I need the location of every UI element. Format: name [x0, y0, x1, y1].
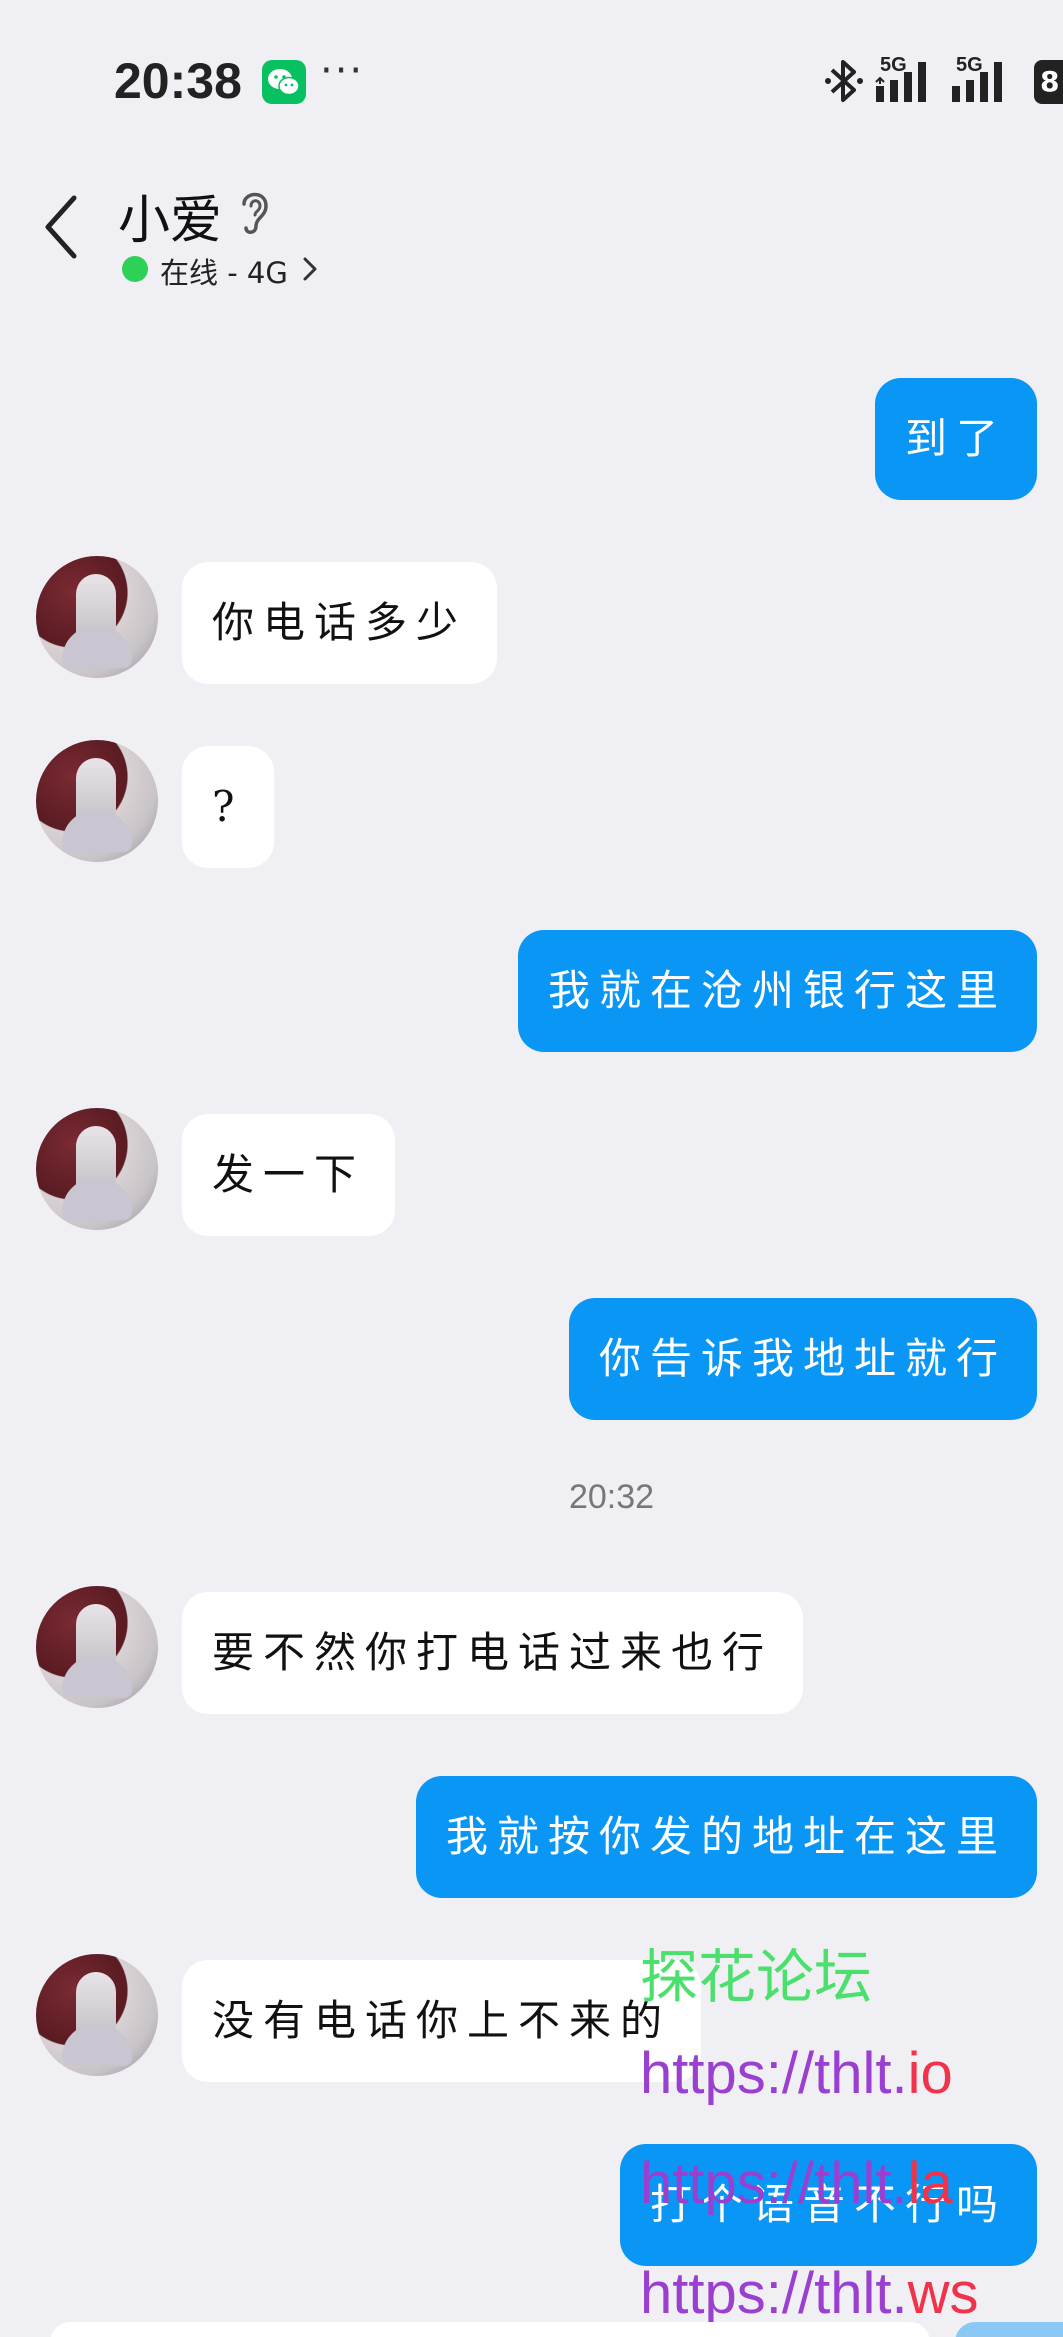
status-time: 20:38 — [114, 53, 242, 109]
online-status-dot — [122, 256, 148, 282]
watermark-link: https://thlt.la — [640, 2150, 953, 2217]
signal-5g-icon-2: 5G — [948, 54, 1018, 110]
message-timestamp: 20:32 — [568, 1478, 655, 1516]
bluetooth-icon — [822, 56, 866, 110]
network-type-label-1: 5G — [880, 54, 907, 76]
signal-5g-icon-1: 5G — [872, 54, 942, 110]
contact-avatar[interactable] — [36, 1108, 158, 1230]
message-bubble-incoming[interactable]: 你电话多少 — [182, 562, 498, 684]
message-bubble-incoming[interactable]: 没有电话你上不来的 — [182, 1960, 702, 2082]
message-bubble-incoming[interactable]: ? — [182, 746, 274, 868]
message-bubble-outgoing[interactable]: 我就按你发的地址在这里 — [415, 1776, 1037, 1898]
back-arrow-icon[interactable] — [40, 192, 80, 266]
contact-avatar[interactable] — [36, 1586, 158, 1708]
message-bubble-incoming[interactable]: 发一下 — [182, 1114, 396, 1236]
wechat-notification-icon — [262, 60, 306, 104]
online-status-text[interactable]: 在线 - 4G — [160, 250, 288, 292]
watermark-link-base: https://thlt. — [640, 2041, 908, 2106]
contact-name[interactable]: 小爱 — [118, 178, 222, 253]
watermark-link-base: https://thlt. — [640, 2261, 908, 2326]
watermark-link-tld: la — [907, 2151, 953, 2216]
contact-avatar[interactable] — [36, 556, 158, 678]
watermark-brand: 探花论坛 — [640, 1945, 873, 2010]
watermark-link-tld: ws — [907, 2261, 979, 2326]
network-type-label-2: 5G — [956, 54, 983, 76]
message-bubble-outgoing[interactable]: 你告诉我地址就行 — [568, 1298, 1037, 1420]
chevron-right-icon[interactable] — [302, 256, 318, 286]
watermark-link: https://thlt.io — [640, 2040, 953, 2107]
watermark-link-tld: io — [907, 2041, 953, 2106]
watermark-link: https://thlt.ws — [640, 2260, 978, 2327]
contact-avatar[interactable] — [36, 1954, 158, 2076]
contact-avatar[interactable] — [36, 740, 158, 862]
more-notifications-indicator: ··· — [320, 48, 365, 94]
status-bar: 20:38 ··· 5G 5G 8 — [0, 0, 1063, 150]
message-bubble-outgoing[interactable]: 到了 — [874, 378, 1037, 500]
chat-header: 小爱 在线 - 4G — [0, 150, 1063, 305]
earpiece-mode-icon[interactable] — [236, 186, 272, 242]
message-bubble-incoming[interactable]: 要不然你打电话过来也行 — [182, 1592, 804, 1714]
message-bubble-outgoing[interactable]: 我就在沧州银行这里 — [517, 930, 1037, 1052]
send-button[interactable] — [955, 2322, 1063, 2337]
watermark-link-base: https://thlt. — [640, 2151, 908, 2216]
message-input[interactable] — [50, 2322, 930, 2337]
battery-icon: 8 — [1034, 60, 1063, 104]
